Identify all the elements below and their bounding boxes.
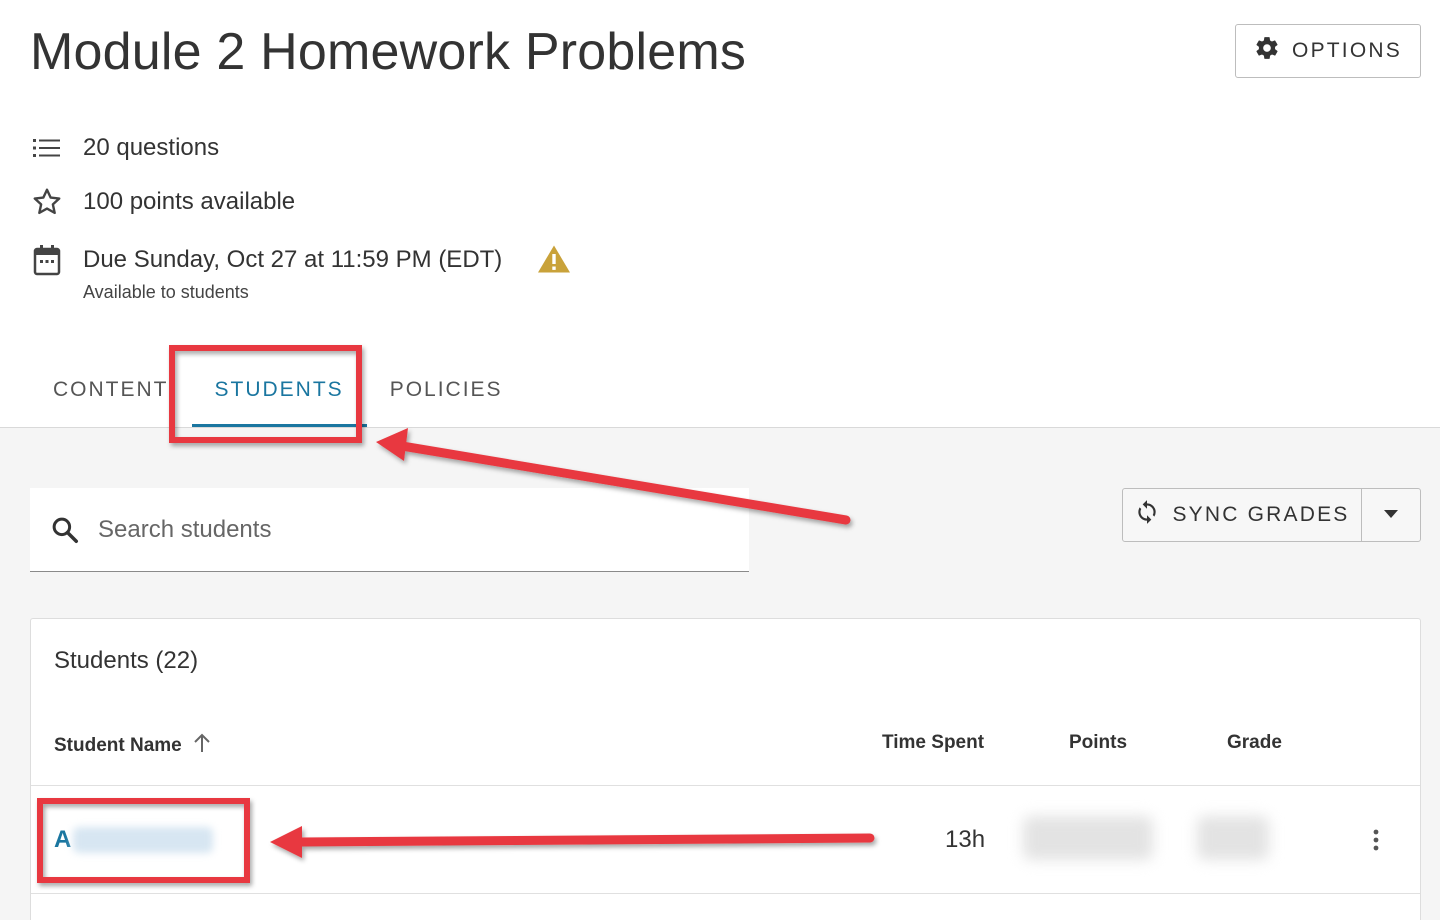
column-header-label: Grade bbox=[1227, 732, 1282, 753]
sync-options-dropdown[interactable] bbox=[1362, 489, 1420, 541]
student-name-initial: A bbox=[54, 826, 72, 853]
sync-grades-button[interactable]: SYNC GRADES bbox=[1123, 489, 1362, 541]
tab-bar: CONTENT STUDENTS POLICIES bbox=[30, 352, 526, 428]
sync-icon bbox=[1134, 498, 1160, 532]
students-count-title: Students (22) bbox=[54, 647, 199, 674]
page-title: Module 2 Homework Problems bbox=[30, 23, 747, 81]
availability-status: Available to students bbox=[83, 282, 249, 302]
column-header-label: Points bbox=[1069, 732, 1128, 753]
column-header-label: Time Spent bbox=[882, 732, 985, 753]
calendar-icon bbox=[30, 243, 64, 277]
column-header-student-name[interactable]: Student Name bbox=[54, 732, 212, 760]
search-input[interactable] bbox=[98, 515, 698, 544]
students-table-card: Students (22) Student Name Time Spent Po… bbox=[30, 618, 1421, 920]
redacted-points bbox=[1023, 816, 1153, 860]
column-header-time-spent[interactable]: Time Spent bbox=[882, 732, 984, 754]
search-icon bbox=[50, 515, 80, 545]
sync-grades-label: SYNC GRADES bbox=[1172, 503, 1350, 526]
question-count-row: 20 questions bbox=[30, 131, 219, 165]
star-icon bbox=[30, 185, 64, 219]
tab-policies[interactable]: POLICIES bbox=[367, 352, 526, 428]
column-header-label: Student Name bbox=[54, 735, 182, 756]
options-label: OPTIONS bbox=[1292, 39, 1402, 62]
points-row: 100 points available bbox=[30, 185, 295, 219]
caret-down-icon bbox=[1383, 506, 1399, 524]
table-row: A 13h bbox=[31, 786, 1420, 894]
sync-grades-split-button: SYNC GRADES bbox=[1122, 488, 1421, 542]
sort-ascending-icon bbox=[192, 732, 212, 760]
options-button[interactable]: OPTIONS bbox=[1235, 24, 1421, 78]
student-name-link[interactable]: A bbox=[54, 826, 214, 854]
redacted-grade bbox=[1197, 816, 1269, 860]
column-header-grade[interactable]: Grade bbox=[1227, 732, 1282, 754]
time-spent-value: 13h bbox=[945, 826, 986, 853]
warning-icon[interactable] bbox=[537, 244, 571, 279]
tab-content[interactable]: CONTENT bbox=[30, 352, 192, 428]
list-icon bbox=[30, 131, 64, 165]
gear-icon bbox=[1254, 35, 1280, 67]
search-box bbox=[30, 488, 749, 572]
tab-students[interactable]: STUDENTS bbox=[191, 352, 367, 428]
points-available: 100 points available bbox=[83, 188, 296, 215]
due-date-row: Due Sunday, Oct 27 at 11:59 PM (EDT) bbox=[30, 243, 502, 277]
assignment-header: Module 2 Homework Problems OPTIONS 20 qu… bbox=[0, 0, 1440, 428]
due-date: Due Sunday, Oct 27 at 11:59 PM (EDT) bbox=[83, 246, 503, 273]
redacted-name bbox=[73, 827, 214, 853]
question-count: 20 questions bbox=[83, 134, 220, 161]
more-options-icon[interactable] bbox=[1361, 822, 1391, 858]
column-header-points[interactable]: Points bbox=[1069, 732, 1127, 754]
arrow-head-students-tab bbox=[376, 428, 408, 461]
